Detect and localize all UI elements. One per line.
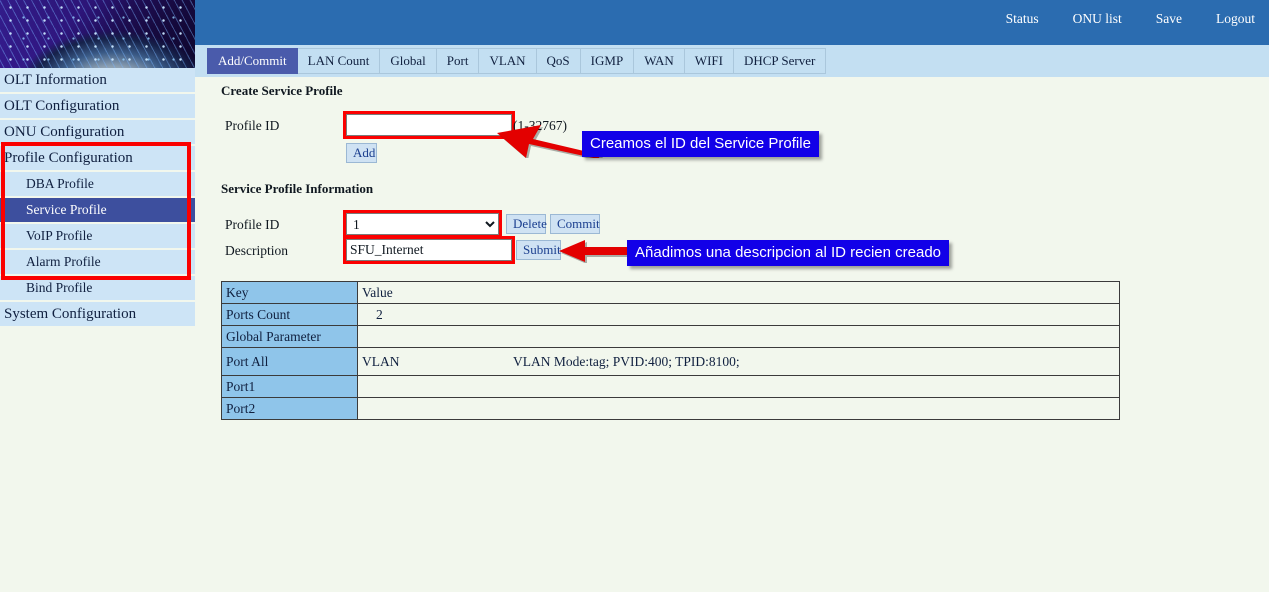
service-profile-table: Key Value Ports Count 2 Global Parameter … (221, 281, 1120, 420)
sidebar-item-dba-profile[interactable]: DBA Profile (0, 172, 195, 198)
callout-description: Añadimos una descripcion al ID recien cr… (627, 240, 949, 266)
tab-list: Add/Commit LAN Count Global Port VLAN QoS IGMP… (207, 48, 827, 74)
table-cell-key: Port1 (221, 375, 358, 398)
sidebar-item-alarm-profile[interactable]: Alarm Profile (0, 250, 195, 276)
add-button[interactable]: Add (346, 143, 377, 163)
description-input[interactable] (346, 239, 512, 261)
sidebar-item-service-profile[interactable]: Service Profile (0, 198, 195, 224)
delete-button[interactable]: Delete (506, 214, 547, 234)
tab-add-commit[interactable]: Add/Commit (207, 48, 298, 74)
sidebar-item-voip-profile[interactable]: VoIP Profile (0, 224, 195, 250)
banner-dots (0, 0, 195, 68)
sidebar-item-bind-profile[interactable]: Bind Profile (0, 276, 195, 302)
table-cell-key: Ports Count (221, 303, 358, 326)
create-profile-id-input[interactable] (346, 114, 512, 136)
table-row: Port All VLAN VLAN Mode:tag; PVID:400; TPI… (221, 347, 1120, 376)
header-link-onu-list[interactable]: ONU list (1073, 11, 1122, 27)
table-cell-key: Port All (221, 347, 358, 376)
globe-network-banner-icon (0, 0, 195, 68)
table-cell-key: Port2 (221, 397, 358, 420)
table-cell-value: VLAN VLAN Mode:tag; PVID:400; TPID:8100; (357, 347, 1120, 376)
table-body: Ports Count 2 Global Parameter Port All VL… (221, 303, 1120, 420)
tab-lan-count[interactable]: LAN Count (297, 48, 381, 74)
table-cell-value: 2 (357, 303, 1120, 326)
create-profile-id-label: Profile ID (225, 118, 280, 133)
table-header-key: Key (221, 281, 358, 304)
header-link-logout[interactable]: Logout (1216, 11, 1255, 27)
table-cell-value-primary: VLAN (362, 353, 400, 369)
tab-global[interactable]: Global (380, 48, 437, 74)
tab-qos[interactable]: QoS (536, 48, 581, 74)
sidebar-item-onu-configuration[interactable]: ONU Configuration (0, 120, 195, 146)
sidebar-item-system-configuration[interactable]: System Configuration (0, 302, 195, 328)
header-link-status[interactable]: Status (1006, 11, 1039, 27)
commit-button[interactable]: Commit (550, 214, 600, 234)
tab-port[interactable]: Port (436, 48, 480, 74)
submit-button[interactable]: Submit (516, 240, 561, 260)
table-cell-value (357, 397, 1120, 420)
tab-bar: Add/Commit LAN Count Global Port VLAN QoS IGMP… (195, 45, 1269, 77)
sidebar-menu: OLT Information OLT Configuration ONU Conf… (0, 68, 195, 328)
callout-create-id: Creamos el ID del Service Profile (582, 131, 819, 157)
callout-description-text: Añadimos una descripcion al ID recien cr… (635, 244, 941, 261)
tab-wifi[interactable]: WIFI (684, 48, 734, 74)
table-header-value: Value (357, 281, 1120, 304)
sidebar-item-profile-configuration[interactable]: Profile Configuration (0, 146, 195, 172)
sidebar: OLT Information OLT Configuration ONU Conf… (0, 0, 195, 592)
tab-vlan[interactable]: VLAN (479, 48, 537, 74)
main-content: Create Service Profile Profile ID (1-327… (195, 77, 1269, 592)
tab-wan[interactable]: WAN (634, 48, 685, 74)
table-cell-value (357, 325, 1120, 348)
table-row: Port2 (221, 397, 1120, 420)
table-row: Ports Count 2 (221, 303, 1120, 326)
table-cell-value-detail: VLAN Mode:tag; PVID:400; TPID:8100; (513, 353, 740, 369)
table-header-row: Key Value (221, 281, 1120, 304)
tab-igmp[interactable]: IGMP (580, 48, 635, 74)
header-links: Status ONU list Save Logout (1006, 11, 1255, 27)
sidebar-item-olt-information[interactable]: OLT Information (0, 68, 195, 94)
table-row: Port1 (221, 375, 1120, 398)
info-profile-id-label: Profile ID (225, 217, 280, 232)
top-header-bar: Status ONU list Save Logout (195, 0, 1269, 45)
table-row: Global Parameter (221, 325, 1120, 348)
service-profile-information-title: Service Profile Information (221, 181, 374, 196)
table-cell-key: Global Parameter (221, 325, 358, 348)
table-header: Key Value (221, 281, 1120, 304)
sidebar-item-olt-configuration[interactable]: OLT Configuration (0, 94, 195, 120)
profile-id-range-hint: (1-32767) (513, 118, 567, 133)
header-link-save[interactable]: Save (1156, 11, 1182, 27)
create-service-profile-title: Create Service Profile (221, 83, 343, 98)
description-label: Description (225, 243, 288, 258)
profile-id-select[interactable]: 1 (346, 213, 499, 235)
callout-create-id-text: Creamos el ID del Service Profile (590, 135, 811, 152)
table-cell-value (357, 375, 1120, 398)
tab-dhcp-server[interactable]: DHCP Server (733, 48, 827, 74)
